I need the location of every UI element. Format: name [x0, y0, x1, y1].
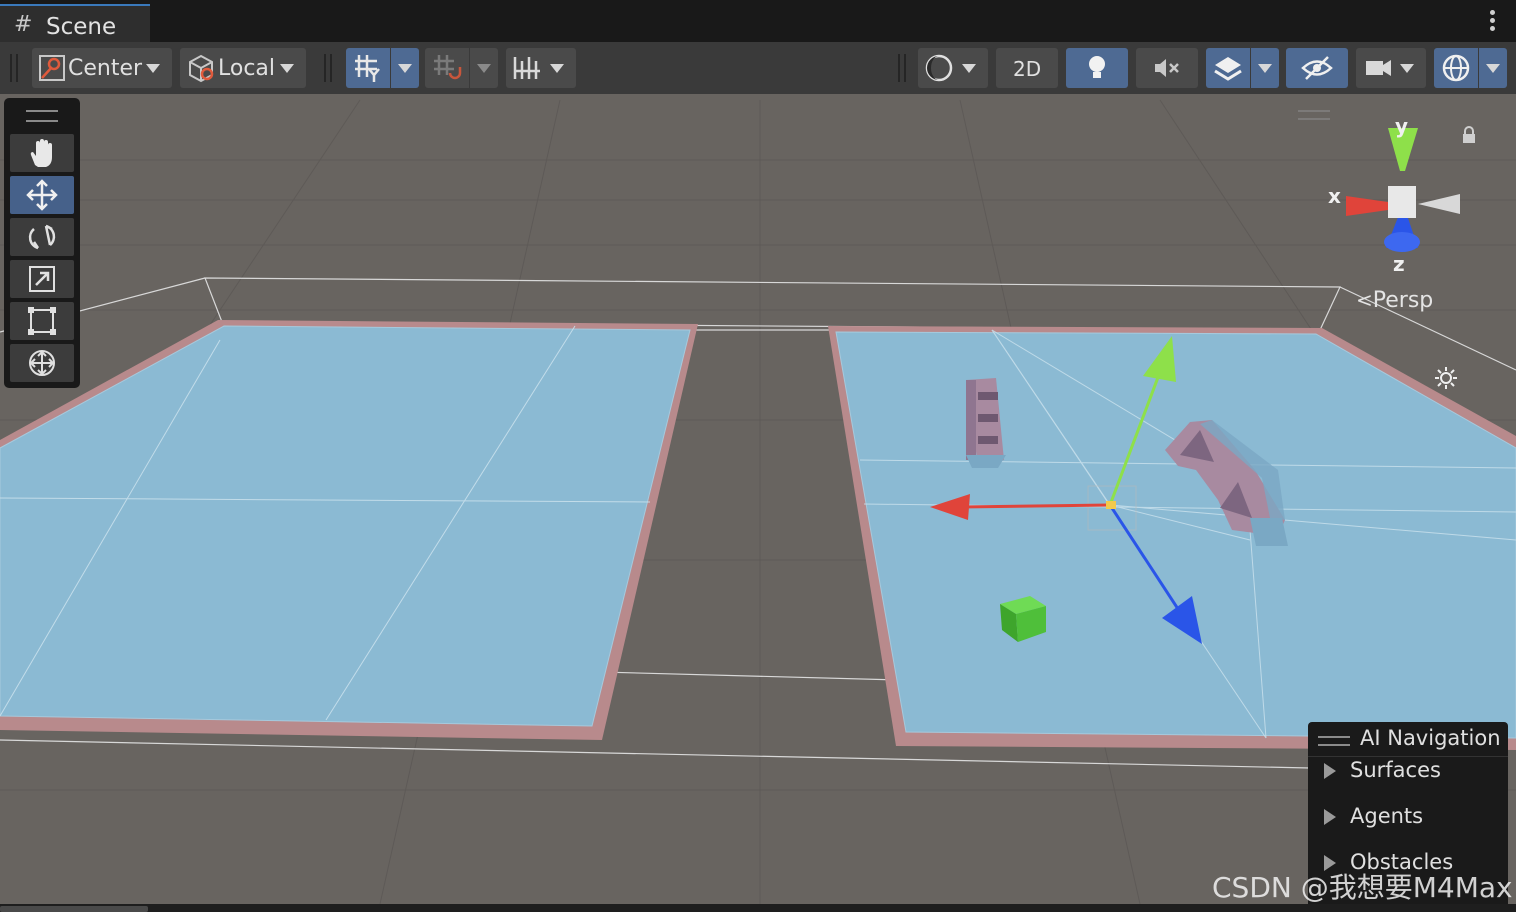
move-arrows-icon [26, 179, 58, 211]
directional-light-icon[interactable] [1434, 366, 1458, 390]
toolbar-grip[interactable] [898, 54, 906, 82]
gizmo-y-label: y [1395, 114, 1409, 138]
tab-bar: # Scene [0, 0, 1516, 42]
scene-audio-toggle[interactable] [1136, 48, 1198, 88]
horizontal-scrollbar[interactable] [0, 904, 1516, 912]
scrollbar-thumb[interactable] [0, 906, 148, 912]
grid-snapping-toggle[interactable] [425, 48, 469, 88]
orientation-gizmo[interactable] [1330, 116, 1480, 276]
shading-mode-icon [925, 54, 953, 82]
hand-icon [30, 139, 52, 167]
scene-effects-toggle[interactable] [1206, 48, 1250, 88]
more-options-icon[interactable] [1490, 10, 1496, 32]
scene-toolbar: Center Local 2D [0, 42, 1516, 95]
chevron-down-icon [398, 64, 412, 73]
scale-icon [29, 266, 55, 292]
chevron-down-icon [962, 64, 976, 73]
tab-scene[interactable]: # Scene [0, 4, 150, 42]
tools-overlay [4, 98, 80, 388]
gizmos-toggle[interactable] [1434, 48, 1478, 88]
pivot-mode-dropdown[interactable]: Center [32, 48, 172, 88]
move-tool-button[interactable] [10, 176, 74, 214]
gizmo-center-cube[interactable] [1388, 186, 1416, 218]
chevron-down-icon [280, 64, 294, 73]
rect-transform-icon [28, 307, 56, 335]
hand-tool-button[interactable] [10, 134, 74, 172]
2d-mode-toggle[interactable]: 2D [996, 48, 1058, 88]
tab-scene-label: Scene [46, 14, 117, 40]
chevron-down-icon [550, 64, 564, 73]
navmesh-surface-right [828, 326, 1516, 750]
foldout-arrow-icon [1324, 763, 1336, 779]
watermark: CSDN @我想要M4Max [1212, 871, 1513, 904]
tools-grip[interactable] [26, 110, 58, 122]
navmesh-surface-left [0, 320, 698, 740]
hidden-objects-toggle[interactable] [1286, 48, 1348, 88]
pivot-center-icon [39, 55, 65, 81]
rect-tool-button[interactable] [10, 302, 74, 340]
toolbar-grip[interactable] [324, 54, 332, 82]
pivot-rotation-label: Local [218, 56, 276, 81]
transform-icon [29, 350, 55, 376]
scene-camera-icon [1366, 60, 1391, 76]
chevron-down-icon [1258, 64, 1272, 73]
overlay-grip[interactable] [1298, 110, 1330, 120]
rotate-tool-button[interactable] [10, 218, 74, 256]
2d-mode-label: 2D [1013, 57, 1042, 81]
shading-mode-dropdown[interactable] [918, 48, 988, 88]
overlay-grip[interactable] [1318, 736, 1350, 746]
overlay-title: AI Navigation [1360, 726, 1501, 750]
foldout-arrow-icon [1324, 809, 1336, 825]
chevron-down-icon [477, 64, 491, 73]
rotate-icon [28, 224, 56, 250]
scale-tool-button[interactable] [10, 260, 74, 298]
lock-icon[interactable] [1462, 126, 1476, 144]
grid-snap-icon [434, 55, 462, 80]
increment-snapping-dropdown[interactable] [506, 48, 576, 88]
hidden-eye-icon [1301, 56, 1333, 80]
overlay-item-label: Surfaces [1350, 758, 1441, 782]
audio-mute-icon [1155, 59, 1179, 77]
gizmos-globe-icon [1442, 54, 1470, 82]
scene-effects-dropdown[interactable] [1251, 48, 1279, 88]
pivot-mode-label: Center [68, 56, 143, 81]
overlay-item-label: Agents [1350, 804, 1424, 828]
gizmo-neg-x-axis[interactable] [1418, 194, 1460, 214]
projection-toggle[interactable]: <Persp [1356, 288, 1433, 313]
chevron-down-icon [1486, 64, 1500, 73]
chevron-down-icon [146, 64, 160, 73]
grid-options-dropdown[interactable] [391, 48, 419, 88]
lighting-bulb-icon [1089, 56, 1105, 78]
chevron-down-icon [1400, 64, 1414, 73]
grid-visibility-toggle[interactable] [346, 48, 390, 88]
local-space-cube-icon [189, 54, 214, 83]
transform-tool-button[interactable] [10, 344, 74, 382]
grid-icon: # [14, 12, 33, 37]
grid-y-icon [355, 55, 380, 82]
gizmo-z-label: z [1393, 252, 1405, 276]
grid-snapping-dropdown[interactable] [470, 48, 498, 88]
scene-viewport[interactable]: y x z <Persp [0, 94, 1516, 904]
scene-lighting-toggle[interactable] [1066, 48, 1128, 88]
scene-render [0, 99, 1516, 904]
toolbar-grip[interactable] [10, 54, 18, 82]
effects-layers-icon [1214, 57, 1242, 81]
gizmo-x-axis[interactable] [1346, 196, 1388, 216]
overlay-item-agents[interactable]: Agents [1324, 804, 1423, 828]
scene-camera-dropdown[interactable] [1356, 48, 1426, 88]
gizmos-dropdown[interactable] [1479, 48, 1507, 88]
projection-label: Persp [1372, 288, 1434, 313]
pivot-rotation-dropdown[interactable]: Local [180, 48, 306, 88]
gizmo-x-label: x [1328, 184, 1341, 208]
chevron-left-icon: < [1356, 288, 1373, 312]
increment-snap-icon [513, 57, 540, 79]
overlay-item-surfaces[interactable]: Surfaces [1324, 758, 1441, 782]
